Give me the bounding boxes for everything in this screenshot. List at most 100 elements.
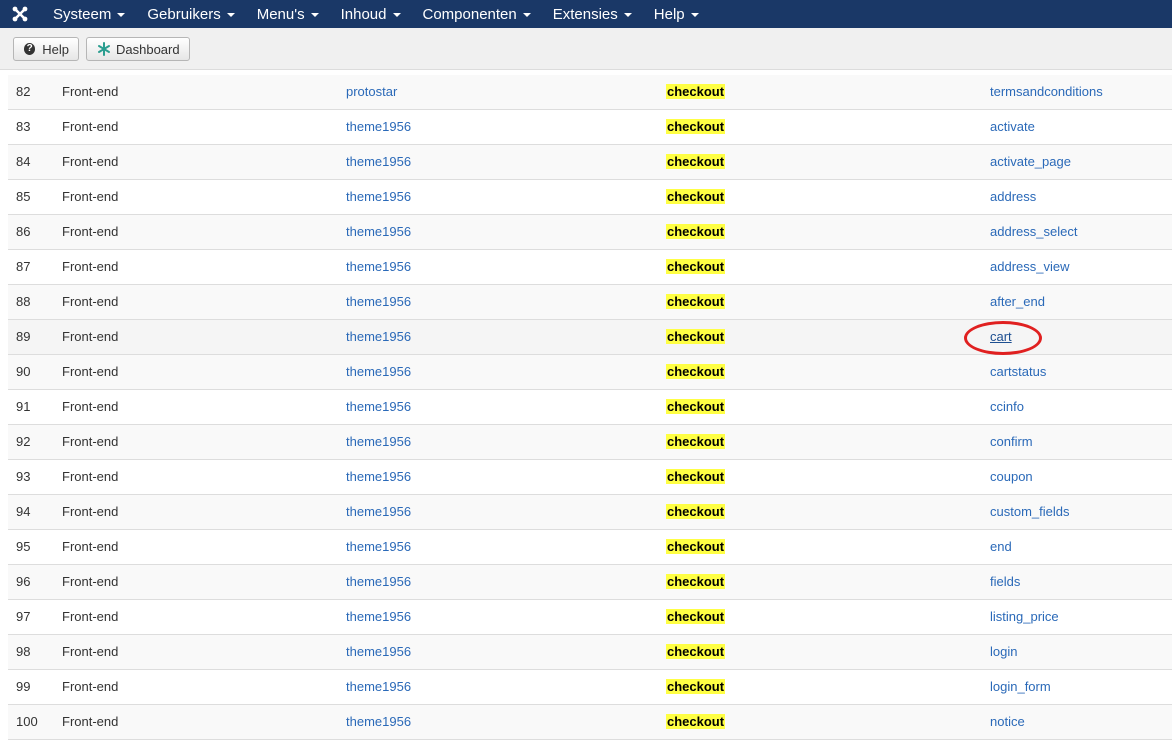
row-view: checkout [666, 110, 726, 144]
row-template-link[interactable]: theme1956 [346, 670, 411, 704]
search-highlight: checkout [666, 644, 726, 659]
row-file-link[interactable]: notice [990, 705, 1025, 739]
search-highlight: checkout [666, 609, 726, 624]
table-row: 88 Front-end theme1956 checkout after_end [8, 285, 1172, 320]
row-template-link[interactable]: theme1956 [346, 250, 411, 284]
menu-inhoud[interactable]: Inhoud [328, 0, 410, 28]
row-file-link[interactable]: listing_price [990, 600, 1059, 634]
row-template-link[interactable]: theme1956 [346, 355, 411, 389]
row-file-link[interactable]: login [990, 635, 1017, 669]
row-id: 87 [16, 259, 31, 274]
row-location: Front-end [62, 504, 119, 519]
search-highlight: checkout [666, 294, 726, 309]
table-row: 92 Front-end theme1956 checkout confirm [8, 425, 1172, 460]
table-row: 95 Front-end theme1956 checkout end [8, 530, 1172, 565]
row-template-link[interactable]: theme1956 [346, 145, 411, 179]
table-row: 94 Front-end theme1956 checkout custom_field… [8, 495, 1172, 530]
row-view: checkout [666, 495, 726, 529]
search-highlight: checkout [666, 539, 726, 554]
search-highlight: checkout [666, 84, 726, 99]
row-id: 98 [16, 644, 31, 659]
row-location: Front-end [62, 329, 119, 344]
row-view: checkout [666, 75, 726, 109]
menu-gebruikers[interactable]: Gebruikers [134, 0, 243, 28]
row-file-link[interactable]: address_select [990, 215, 1077, 249]
row-location: Front-end [62, 154, 119, 169]
row-location: Front-end [62, 644, 119, 659]
table-row: 90 Front-end theme1956 checkout cartstatus [8, 355, 1172, 390]
row-id: 83 [16, 119, 31, 134]
search-highlight: checkout [666, 189, 726, 204]
search-highlight: checkout [666, 364, 726, 379]
row-id: 88 [16, 294, 31, 309]
search-highlight: checkout [666, 399, 726, 414]
dashboard-asterisk-icon [97, 42, 111, 56]
row-template-link[interactable]: theme1956 [346, 705, 411, 739]
row-file-link[interactable]: cartstatus [990, 355, 1046, 389]
row-template-link[interactable]: theme1956 [346, 285, 411, 319]
search-highlight: checkout [666, 119, 726, 134]
row-location: Front-end [62, 609, 119, 624]
row-file-link[interactable]: activate_page [990, 145, 1071, 179]
row-file-link[interactable]: coupon [990, 460, 1033, 494]
row-template-link[interactable]: theme1956 [346, 565, 411, 599]
menu-extensies[interactable]: Extensies [540, 0, 641, 28]
row-template-link[interactable]: theme1956 [346, 425, 411, 459]
row-view: checkout [666, 215, 726, 249]
caret-down-icon [522, 13, 531, 17]
row-id: 94 [16, 504, 31, 519]
row-template-link[interactable]: theme1956 [346, 215, 411, 249]
row-file-link[interactable]: end [990, 530, 1012, 564]
menu-help[interactable]: Help [641, 0, 708, 28]
row-file-link[interactable]: activate [990, 110, 1035, 144]
row-file-link[interactable]: ccinfo [990, 390, 1024, 424]
row-file-link[interactable]: confirm [990, 425, 1033, 459]
row-view: checkout [666, 530, 726, 564]
row-file-link[interactable]: fields [990, 565, 1020, 599]
row-file-link[interactable]: custom_fields [990, 495, 1069, 529]
row-id: 82 [16, 84, 31, 99]
row-file-link[interactable]: cart [990, 320, 1012, 354]
dashboard-button[interactable]: Dashboard [86, 37, 190, 61]
table-row: 91 Front-end theme1956 checkout ccinfo [8, 390, 1172, 425]
row-template-link[interactable]: protostar [346, 75, 397, 109]
row-file-link[interactable]: address_view [990, 250, 1070, 284]
table-row: 100 Front-end theme1956 checkout notice [8, 705, 1172, 740]
help-button[interactable]: ? Help [13, 37, 79, 61]
row-view: checkout [666, 635, 726, 669]
row-file-link[interactable]: login_form [990, 670, 1051, 704]
row-id: 93 [16, 469, 31, 484]
row-template-link[interactable]: theme1956 [346, 460, 411, 494]
row-template-link[interactable]: theme1956 [346, 180, 411, 214]
search-highlight: checkout [666, 574, 726, 589]
row-id: 89 [16, 329, 31, 344]
row-view: checkout [666, 565, 726, 599]
search-highlight: checkout [666, 434, 726, 449]
row-id: 97 [16, 609, 31, 624]
table-row: 89 Front-end theme1956 checkout cart [8, 320, 1172, 355]
row-template-link[interactable]: theme1956 [346, 495, 411, 529]
row-view: checkout [666, 460, 726, 494]
menu-componenten[interactable]: Componenten [410, 0, 540, 28]
row-file-link[interactable]: after_end [990, 285, 1045, 319]
menu-menus[interactable]: Menu's [244, 0, 328, 28]
joomla-logo-icon[interactable] [0, 0, 40, 28]
row-template-link[interactable]: theme1956 [346, 320, 411, 354]
table-row: 99 Front-end theme1956 checkout login_form [8, 670, 1172, 705]
caret-down-icon [623, 13, 632, 17]
row-id: 99 [16, 679, 31, 694]
row-template-link[interactable]: theme1956 [346, 600, 411, 634]
row-template-link[interactable]: theme1956 [346, 390, 411, 424]
table-row: 85 Front-end theme1956 checkout address [8, 180, 1172, 215]
row-id: 96 [16, 574, 31, 589]
row-template-link[interactable]: theme1956 [346, 635, 411, 669]
table-row: 93 Front-end theme1956 checkout coupon [8, 460, 1172, 495]
search-highlight: checkout [666, 259, 726, 274]
row-template-link[interactable]: theme1956 [346, 530, 411, 564]
caret-down-icon [310, 13, 319, 17]
row-view: checkout [666, 670, 726, 704]
menu-systeem[interactable]: Systeem [40, 0, 134, 28]
row-file-link[interactable]: address [990, 180, 1036, 214]
row-file-link[interactable]: termsandconditions [990, 75, 1103, 109]
row-template-link[interactable]: theme1956 [346, 110, 411, 144]
